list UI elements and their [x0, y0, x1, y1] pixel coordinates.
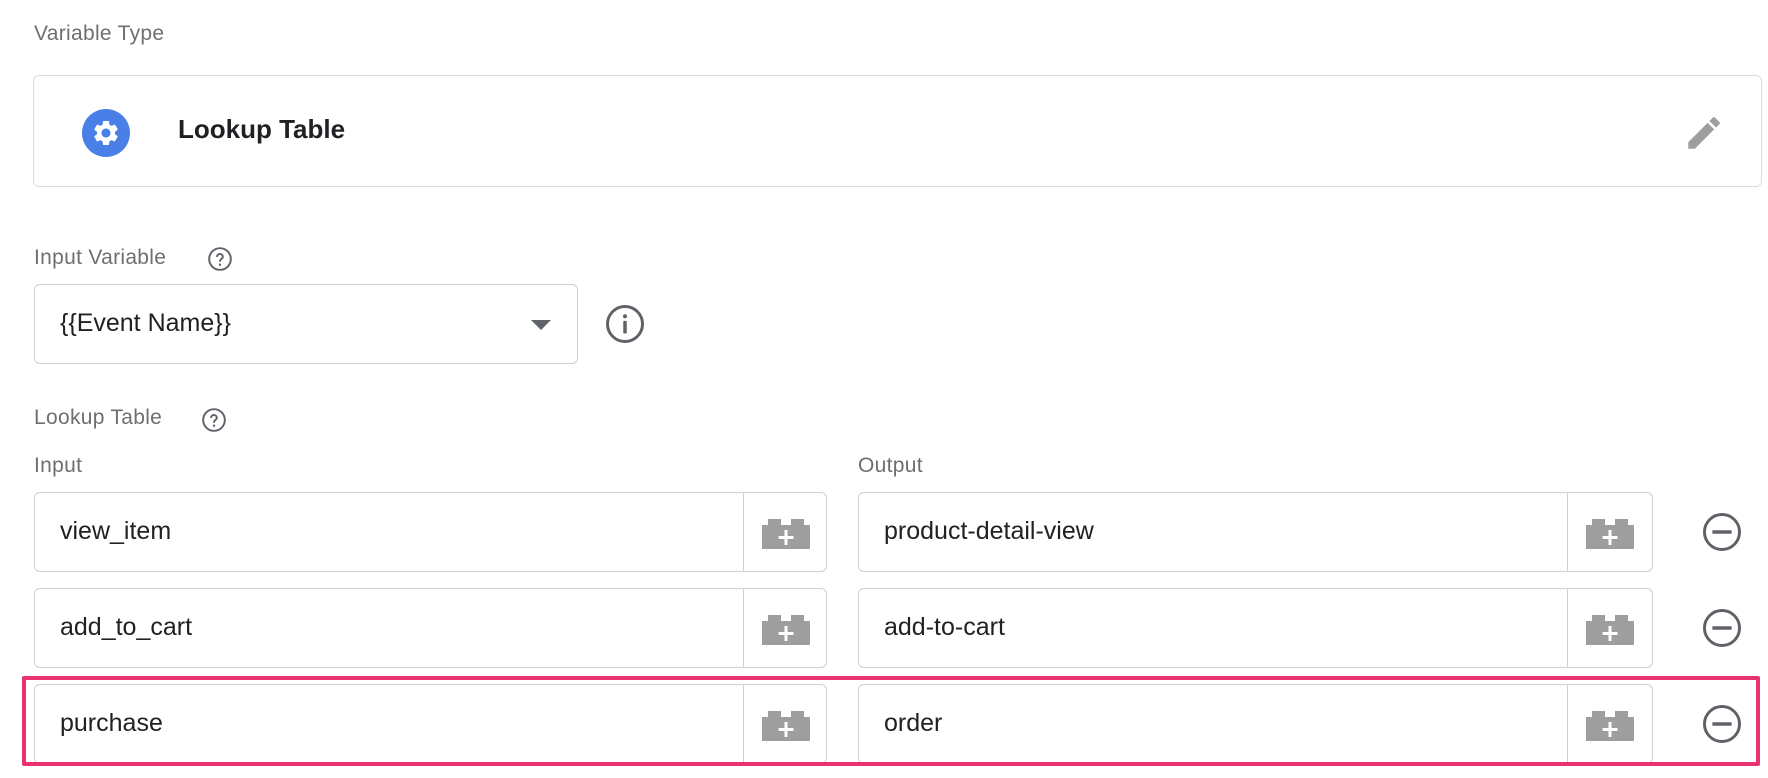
output-cell-value: order — [884, 709, 943, 737]
output-cell[interactable]: add-to-cart — [858, 588, 1653, 668]
info-icon[interactable] — [604, 303, 646, 345]
gear-icon — [82, 109, 130, 157]
output-cell[interactable]: product-detail-view — [858, 492, 1653, 572]
help-icon[interactable] — [201, 407, 227, 433]
dropdown-arrow-icon — [531, 320, 551, 330]
input-cell[interactable]: purchase — [34, 684, 827, 764]
pencil-icon[interactable] — [1683, 112, 1725, 154]
variable-type-name: Lookup Table — [178, 114, 346, 144]
variable-picker-icon[interactable] — [1586, 711, 1634, 741]
variable-picker-icon[interactable] — [1586, 519, 1634, 549]
output-cell-value: add-to-cart — [884, 613, 1005, 641]
variable-type-label: Variable Type — [34, 22, 165, 45]
output-cell-value: product-detail-view — [884, 517, 1094, 545]
remove-row-icon[interactable] — [1701, 607, 1743, 649]
input-cell[interactable]: add_to_cart — [34, 588, 827, 668]
cell-divider — [743, 493, 744, 571]
variable-picker-icon[interactable] — [1586, 615, 1634, 645]
remove-row-icon[interactable] — [1701, 703, 1743, 745]
variable-type-card[interactable]: Lookup Table — [33, 75, 1762, 187]
input-column-header: Input — [34, 454, 83, 477]
remove-row-icon[interactable] — [1701, 511, 1743, 553]
input-variable-select[interactable]: {{Event Name}} — [34, 284, 578, 364]
variable-picker-icon[interactable] — [762, 615, 810, 645]
input-cell-value: view_item — [60, 517, 172, 545]
variable-picker-icon[interactable] — [762, 711, 810, 741]
cell-divider — [743, 589, 744, 667]
input-cell-value: purchase — [60, 709, 163, 737]
cell-divider — [1567, 493, 1568, 571]
output-column-header: Output — [858, 454, 923, 477]
input-variable-label: Input Variable — [34, 246, 167, 269]
variable-picker-icon[interactable] — [762, 519, 810, 549]
cell-divider — [1567, 685, 1568, 763]
lookup-table-label: Lookup Table — [34, 406, 163, 429]
input-variable-value: {{Event Name}} — [60, 309, 231, 337]
output-cell[interactable]: order — [858, 684, 1653, 764]
help-icon[interactable] — [207, 246, 233, 272]
cell-divider — [1567, 589, 1568, 667]
input-cell[interactable]: view_item — [34, 492, 827, 572]
cell-divider — [743, 685, 744, 763]
input-cell-value: add_to_cart — [60, 613, 193, 641]
